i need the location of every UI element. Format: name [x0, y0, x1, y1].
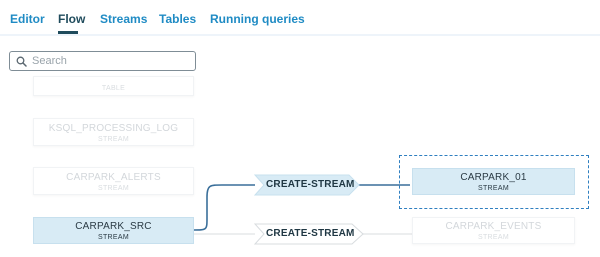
node-ksql-processing-log[interactable]: KSQL_PROCESSING_LOG STREAM: [33, 118, 194, 146]
node-table[interactable]: TABLE: [33, 76, 194, 96]
node-carpark-alerts[interactable]: CARPARK_ALERTS STREAM: [33, 167, 194, 195]
node-name: CARPARK_01: [460, 172, 527, 183]
node-type: STREAM: [98, 185, 129, 192]
node-name: CARPARK_ALERTS: [66, 172, 161, 183]
node-name: CARPARK_SRC: [75, 221, 152, 232]
node-carpark-01[interactable]: CARPARK_01 STREAM: [412, 168, 575, 195]
node-name: CARPARK_EVENTS: [445, 221, 542, 232]
node-type: STREAM: [478, 185, 509, 192]
node-carpark-events[interactable]: CARPARK_EVENTS STREAM: [412, 217, 575, 244]
connector-src-to-op1: [192, 184, 255, 231]
node-name: KSQL_PROCESSING_LOG: [48, 123, 179, 134]
operation-label-1: CREATE-STREAM: [266, 179, 355, 190]
node-type: STREAM: [98, 136, 129, 143]
node-table-type: TABLE: [101, 85, 126, 92]
node-type: STREAM: [98, 234, 129, 241]
operation-label-2: CREATE-STREAM: [266, 228, 355, 239]
node-type: STREAM: [478, 234, 509, 241]
node-carpark-src[interactable]: CARPARK_SRC STREAM: [33, 217, 194, 244]
